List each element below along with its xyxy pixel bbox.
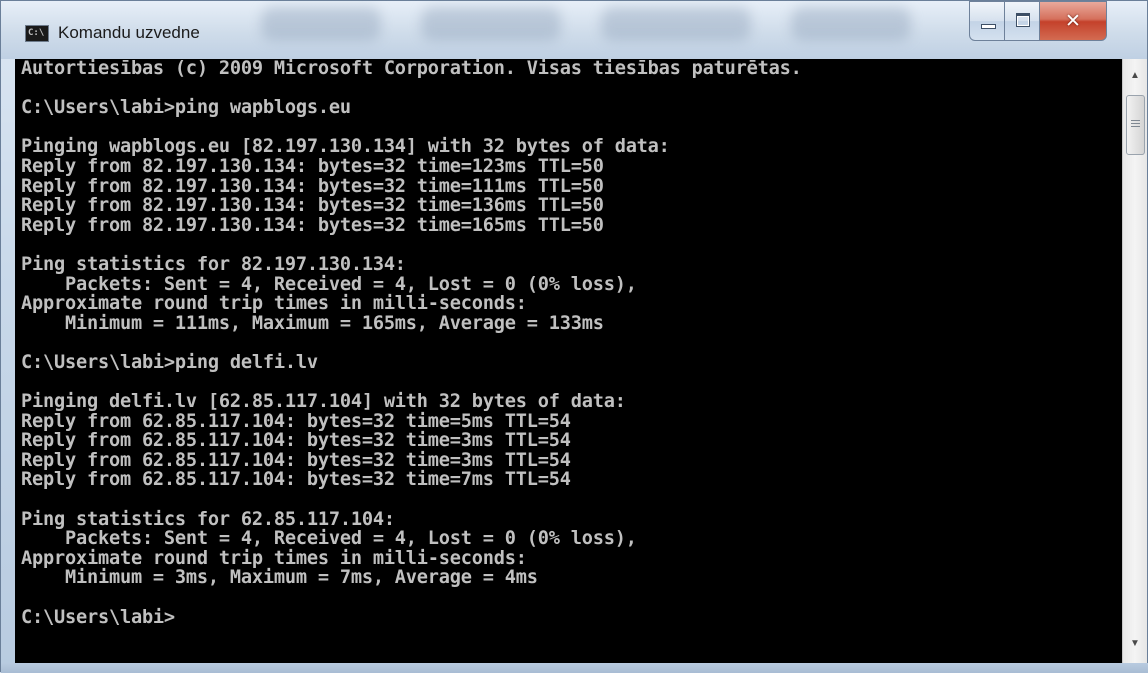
maximize-button[interactable]: [1004, 1, 1040, 41]
console-line: Reply from 82.197.130.134: bytes=32 time…: [21, 195, 604, 217]
console-line: Reply from 82.197.130.134: bytes=32 time…: [21, 155, 604, 177]
console-line: Packets: Sent = 4, Received = 4, Lost = …: [21, 528, 637, 550]
console-line: Pinging wapblogs.eu [82.197.130.134] wit…: [21, 136, 670, 158]
title-bar[interactable]: C:\ Komandu uzvedne ✕: [1, 1, 1147, 59]
console-line: Reply from 82.197.130.134: bytes=32 time…: [21, 214, 604, 236]
grip-line: [1131, 126, 1140, 127]
console-line: Minimum = 111ms, Maximum = 165ms, Averag…: [21, 312, 604, 334]
console-line: Reply from 62.85.117.104: bytes=32 time=…: [21, 469, 571, 491]
background-blur: [261, 7, 381, 41]
close-icon: ✕: [1065, 10, 1081, 32]
minimize-icon: [981, 24, 996, 29]
console-line: Minimum = 3ms, Maximum = 7ms, Average = …: [21, 567, 538, 589]
command-prompt-icon[interactable]: C:\: [25, 25, 49, 42]
console-line: Packets: Sent = 4, Received = 4, Lost = …: [21, 273, 637, 295]
scroll-down-arrow-icon[interactable]: ▼: [1123, 633, 1147, 655]
console-line: C:\Users\labi>ping delfi.lv: [21, 351, 318, 373]
console-line: Reply from 62.85.117.104: bytes=32 time=…: [21, 430, 571, 452]
console-line: Ping statistics for 62.85.117.104:: [21, 508, 395, 530]
scroll-up-arrow-icon[interactable]: ▲: [1123, 65, 1147, 87]
console-line: C:\Users\labi>: [21, 606, 175, 628]
close-button[interactable]: ✕: [1039, 1, 1107, 41]
background-blur: [421, 7, 561, 41]
console-line: Pinging delfi.lv [62.85.117.104] with 32…: [21, 391, 626, 413]
maximize-icon: [1016, 13, 1030, 27]
background-blur: [791, 7, 911, 41]
console-line: Reply from 62.85.117.104: bytes=32 time=…: [21, 449, 571, 471]
grip-line: [1131, 120, 1140, 121]
console-line: Reply from 62.85.117.104: bytes=32 time=…: [21, 410, 571, 432]
console-line: Ping statistics for 82.197.130.134:: [21, 253, 406, 275]
console-line: Approximate round trip times in milli-se…: [21, 547, 527, 569]
scroll-thumb[interactable]: [1126, 95, 1145, 155]
vertical-scrollbar[interactable]: ▲ ▼: [1122, 59, 1147, 663]
minimize-button[interactable]: [969, 1, 1005, 41]
console-line: Reply from 82.197.130.134: bytes=32 time…: [21, 175, 604, 197]
console-line: C:\Users\labi>ping wapblogs.eu: [21, 97, 351, 119]
console-line: Autortiesības (c) 2009 Microsoft Corpora…: [21, 59, 802, 79]
background-blur: [601, 7, 751, 41]
console-line: Approximate round trip times in milli-se…: [21, 293, 527, 315]
command-prompt-window: C:\ Komandu uzvedne ✕ Autortiesības (c) …: [0, 0, 1148, 673]
console-output[interactable]: Autortiesības (c) 2009 Microsoft Corpora…: [15, 59, 1122, 663]
window-title: Komandu uzvedne: [58, 23, 200, 42]
grip-line: [1131, 123, 1140, 124]
